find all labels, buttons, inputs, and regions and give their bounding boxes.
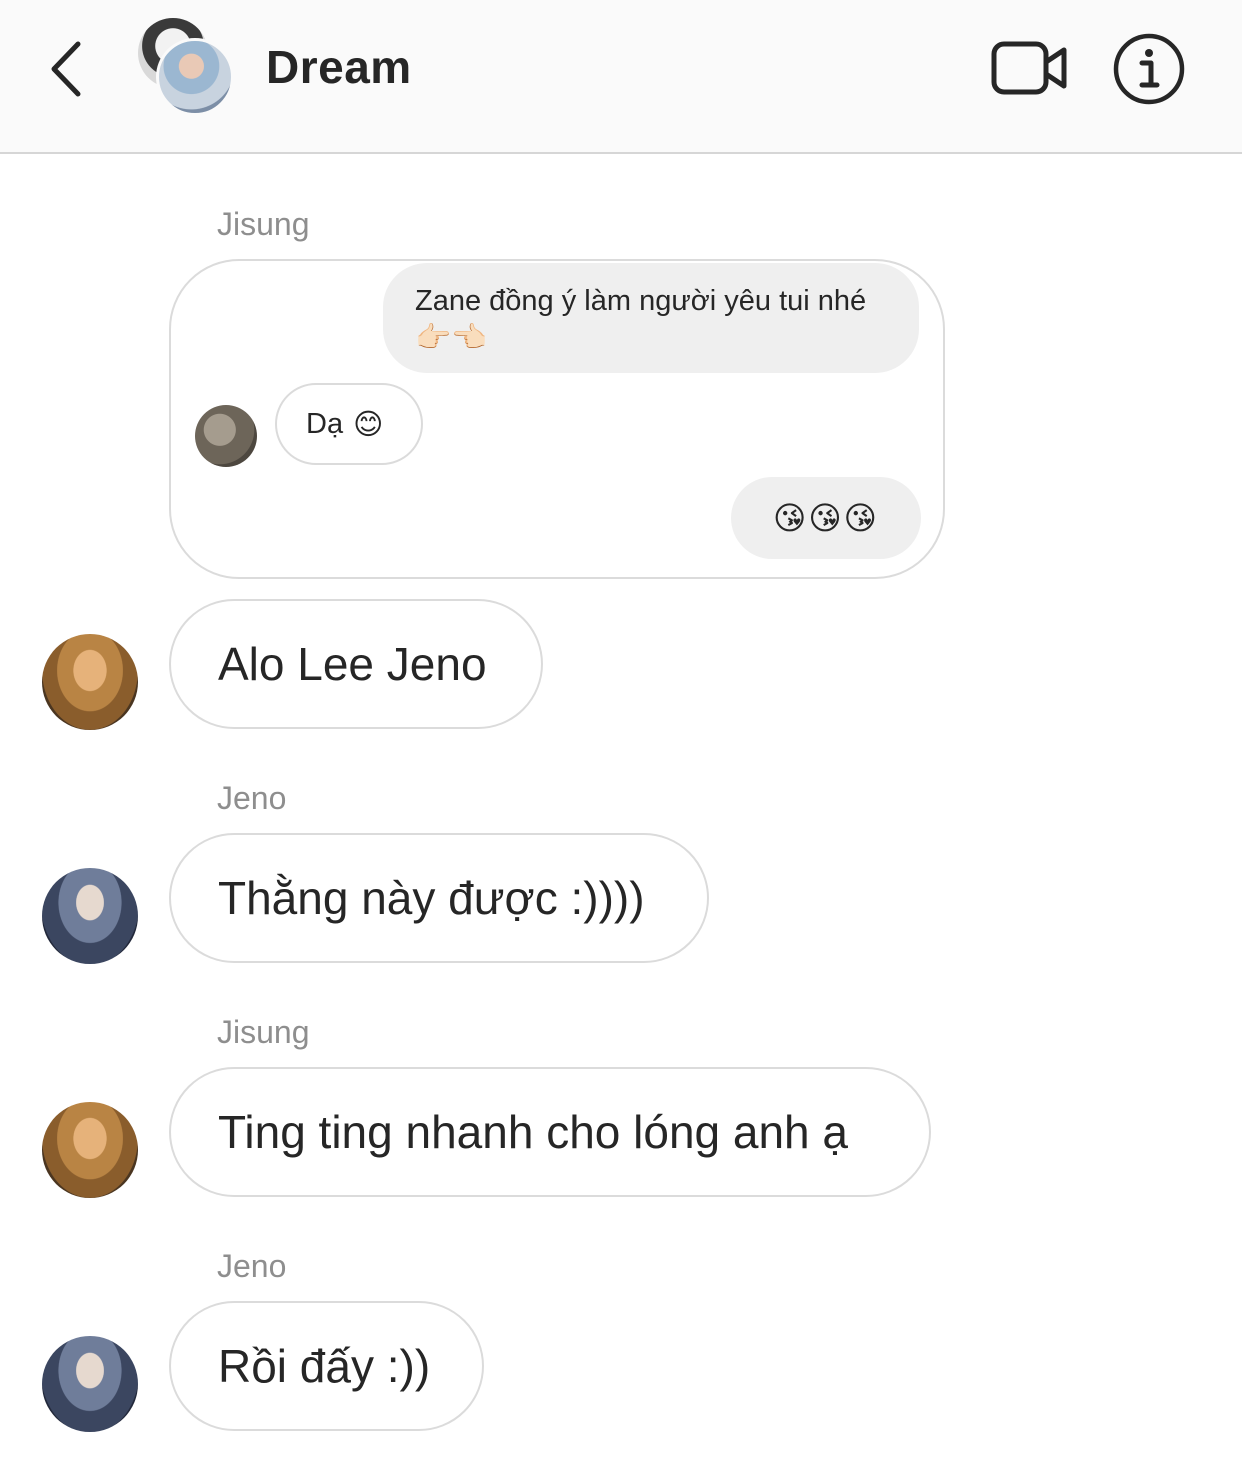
message-bubble[interactable]: Thằng này được :)))) (169, 833, 709, 963)
smile-emoji: 😊 (353, 407, 384, 441)
message-text: Ting ting nhanh cho lóng anh ạ (218, 1106, 849, 1158)
reply-context-card[interactable]: Zane đồng ý làm người yêu tui nhé 👉🏻👈🏻 D… (169, 259, 945, 579)
sender-label: Jeno (217, 1248, 287, 1284)
message-bubble[interactable]: Ting ting nhanh cho lóng anh ạ (169, 1067, 931, 1197)
avatar (195, 405, 257, 467)
sender-label: Jeno (217, 780, 287, 816)
quoted-message: Dạ 😊 (275, 383, 423, 465)
quoted-message-text: Dạ (306, 407, 344, 440)
sender-label: Jisung (217, 1014, 310, 1050)
avatar[interactable] (42, 868, 138, 964)
message-bubble[interactable]: Alo Lee Jeno (169, 599, 543, 729)
message-bubble[interactable]: Rồi đấy :)) (169, 1301, 484, 1431)
group-avatar[interactable] (136, 18, 240, 122)
info-icon[interactable] (1112, 32, 1186, 106)
video-camera-icon[interactable] (990, 38, 1070, 98)
quoted-message: Zane đồng ý làm người yêu tui nhé 👉🏻👈🏻 (383, 263, 919, 373)
chevron-left-icon[interactable] (40, 38, 96, 100)
quoted-message-text: Zane đồng ý làm người yêu tui nhé (415, 285, 867, 317)
pointing-hands-emoji: 👉🏻👈🏻 (415, 320, 488, 354)
member-avatar-front (156, 38, 234, 116)
chat-header: Dream (0, 0, 1242, 154)
quoted-message: 😘😘😘 (731, 477, 921, 559)
message-text: Thằng này được :)))) (218, 872, 645, 924)
sender-label: Jisung (217, 206, 310, 242)
message-text: Alo Lee Jeno (218, 638, 487, 690)
chat-title[interactable]: Dream (266, 40, 412, 94)
avatar[interactable] (42, 634, 138, 730)
avatar[interactable] (42, 1336, 138, 1432)
avatar[interactable] (42, 1102, 138, 1198)
message-text: Rồi đấy :)) (218, 1340, 431, 1392)
